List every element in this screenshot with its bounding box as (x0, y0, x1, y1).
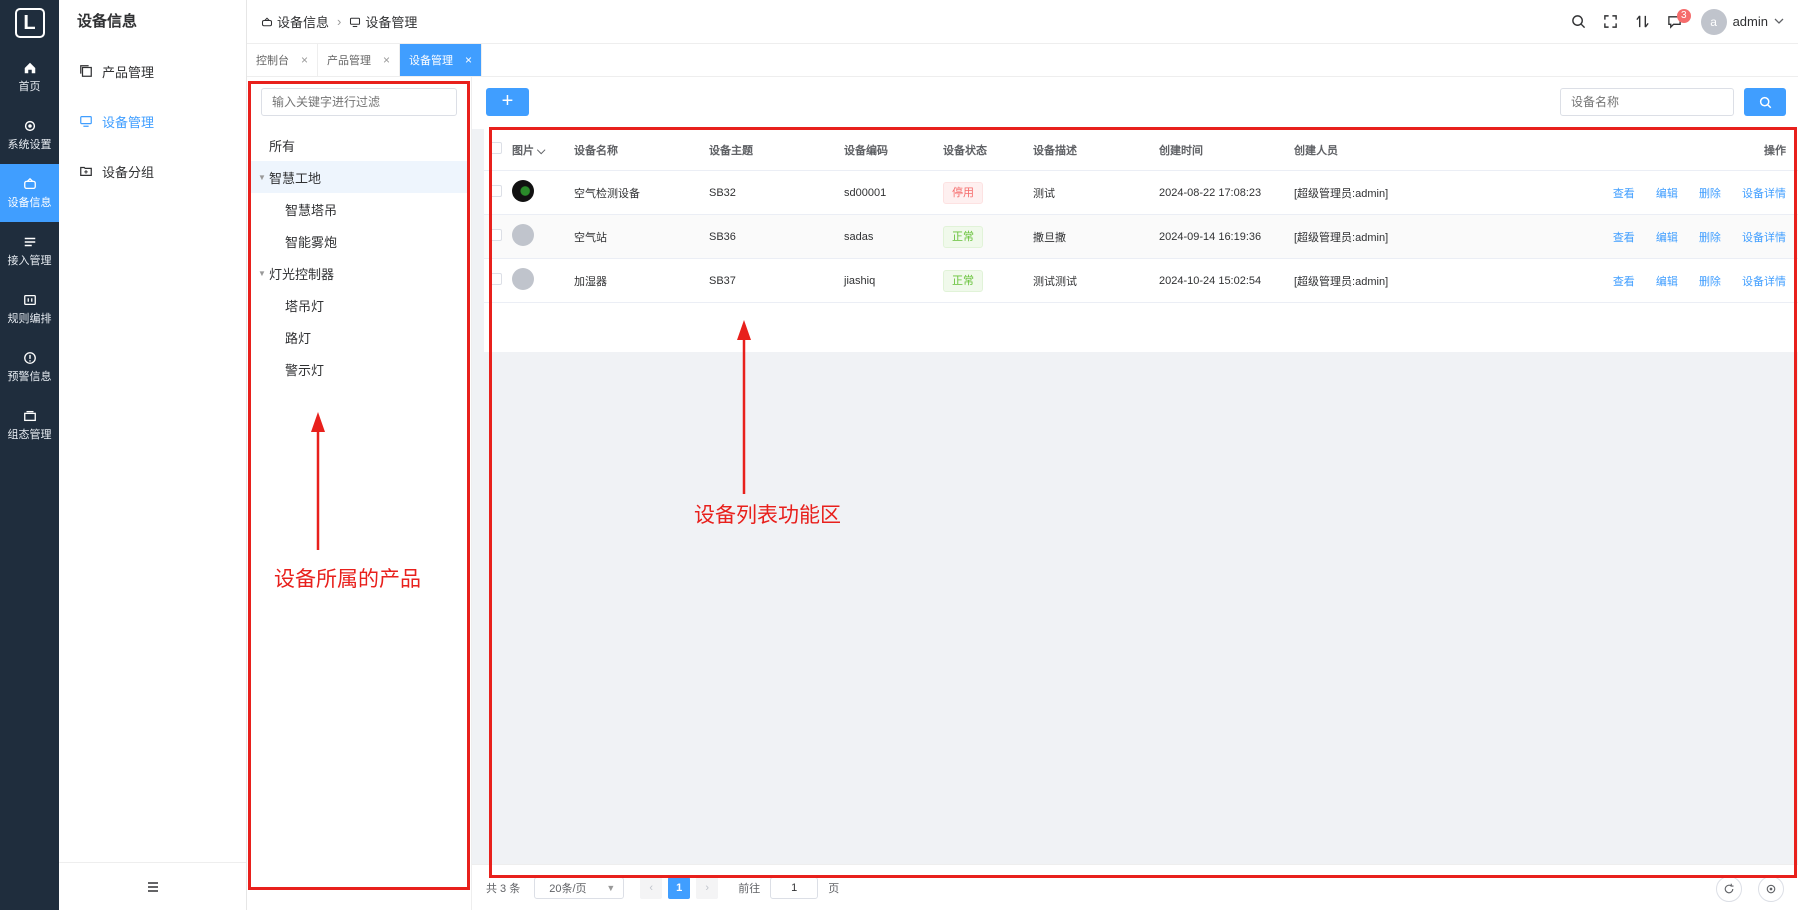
submenu-item-products[interactable]: 产品管理 (59, 46, 246, 96)
chevron-down-icon: ▼ (606, 882, 616, 893)
gear-icon (24, 120, 35, 131)
switch-button[interactable] (1627, 6, 1659, 38)
list-icon (24, 237, 35, 246)
nav-item-label: 系统设置 (7, 138, 52, 151)
annotation-box-device-list (489, 127, 1797, 878)
refresh-icon (1724, 883, 1734, 894)
header-actions: 3 a admin (1563, 6, 1798, 38)
fullscreen-button[interactable] (1595, 6, 1627, 38)
notification-badge: 3 (1677, 8, 1691, 23)
chevron-right-icon: › (337, 14, 342, 29)
nav-item-label: 首页 (18, 80, 41, 93)
tab-label: 设备管理 (409, 55, 454, 67)
page-number[interactable]: 1 (668, 876, 691, 899)
nav-item-label: 组态管理 (7, 428, 52, 441)
nav-item-settings[interactable]: 系统设置 (0, 106, 59, 164)
breadcrumb: 设备信息 › 设备管理 (247, 12, 417, 31)
goto-label: 前往 (738, 882, 761, 895)
breadcrumb-item[interactable]: 设备信息 (277, 12, 329, 31)
device-icon (23, 177, 36, 189)
nav-item-home[interactable]: 首页 (0, 48, 59, 106)
prev-page-button[interactable]: ‹ (640, 876, 663, 899)
layers-icon (23, 410, 36, 421)
copy-icon (80, 65, 92, 77)
submenu-item-devices[interactable]: 设备管理 (59, 96, 246, 146)
submenu-item-label: 产品管理 (102, 64, 155, 80)
search-icon (1759, 96, 1771, 108)
add-device-button[interactable]: + (486, 88, 529, 116)
tab-device-management[interactable]: 设备管理 × (400, 44, 483, 76)
rule-icon (23, 294, 36, 305)
submenu-item-label: 设备分组 (102, 164, 155, 180)
avatar[interactable]: a (1700, 8, 1727, 35)
gear-icon (1766, 884, 1776, 894)
breadcrumb-item-current: 设备管理 (365, 15, 418, 30)
monitor-icon (80, 116, 92, 127)
annotation-label-products: 设备所属的产品 (274, 567, 421, 591)
collapse-menu-button[interactable] (59, 862, 246, 910)
page-size-select[interactable]: 20条/页 ▼ (534, 876, 625, 899)
close-icon[interactable]: × (383, 53, 390, 67)
chevron-left-icon: ‹ (649, 881, 654, 894)
chevron-down-icon[interactable] (1774, 15, 1784, 29)
submenu: 设备信息 产品管理 设备管理 设备分组 (59, 0, 247, 910)
main-nav: L 首页 系统设置 设备信息 接入管理 规则编排 预警信息 组态管理 (0, 0, 59, 910)
nav-item-access[interactable]: 接入管理 (0, 222, 59, 280)
nav-item-device-info[interactable]: 设备信息 (0, 164, 59, 222)
submenu-item-groups[interactable]: 设备分组 (59, 146, 246, 196)
menu-fold-icon (147, 881, 158, 892)
tab-product-management[interactable]: 产品管理 × (318, 44, 401, 76)
tab-label: 控制台 (256, 55, 289, 67)
close-icon[interactable]: × (465, 53, 472, 67)
search-button[interactable] (1563, 6, 1595, 38)
submenu-item-label: 设备管理 (102, 114, 155, 130)
search-icon (1572, 15, 1586, 29)
home-icon (24, 62, 35, 73)
submenu-title: 设备信息 (77, 13, 138, 30)
device-icon (261, 17, 273, 26)
nav-item-rules[interactable]: 规则编排 (0, 280, 59, 338)
page-unit-label: 页 (828, 882, 840, 895)
next-page-button[interactable]: › (696, 876, 719, 899)
device-name-search-input[interactable] (1560, 88, 1734, 116)
monitor-icon (350, 17, 361, 27)
tab-label: 产品管理 (327, 55, 372, 67)
page-size-value: 20条/页 (549, 882, 587, 895)
close-icon[interactable]: × (301, 53, 308, 67)
tab-console[interactable]: 控制台 × (247, 44, 319, 76)
alert-icon (23, 351, 36, 364)
folder-add-icon (80, 166, 92, 176)
nav-item-scada[interactable]: 组态管理 (0, 396, 59, 454)
nav-item-label: 规则编排 (7, 312, 52, 325)
total-count: 共 3 条 (486, 882, 521, 895)
nav-item-label: 预警信息 (7, 370, 52, 383)
app-logo: L (14, 8, 45, 38)
sort-icon (1636, 15, 1649, 28)
chevron-right-icon: › (705, 881, 710, 894)
settings-button[interactable] (1758, 876, 1784, 902)
top-header: 设备信息 › 设备管理 3 a admin (247, 0, 1798, 44)
nav-item-label: 设备信息 (7, 196, 52, 209)
notification-button[interactable]: 3 (1659, 6, 1691, 38)
annotation-arrow-right (737, 320, 751, 494)
annotation-arrow-left (311, 412, 325, 550)
toolbar: + (472, 77, 1798, 129)
goto-page-input[interactable]: 1 (770, 876, 819, 899)
fullscreen-icon (1604, 15, 1617, 28)
annotation-box-products (248, 81, 470, 890)
tabs-bar: 控制台 × 产品管理 × 设备管理 × (247, 44, 1798, 77)
search-button[interactable] (1744, 88, 1786, 116)
refresh-button[interactable] (1716, 876, 1742, 902)
annotation-label-device-list: 设备列表功能区 (694, 503, 841, 527)
username[interactable]: admin (1733, 14, 1768, 29)
nav-item-label: 接入管理 (7, 254, 52, 267)
nav-item-alerts[interactable]: 预警信息 (0, 338, 59, 396)
